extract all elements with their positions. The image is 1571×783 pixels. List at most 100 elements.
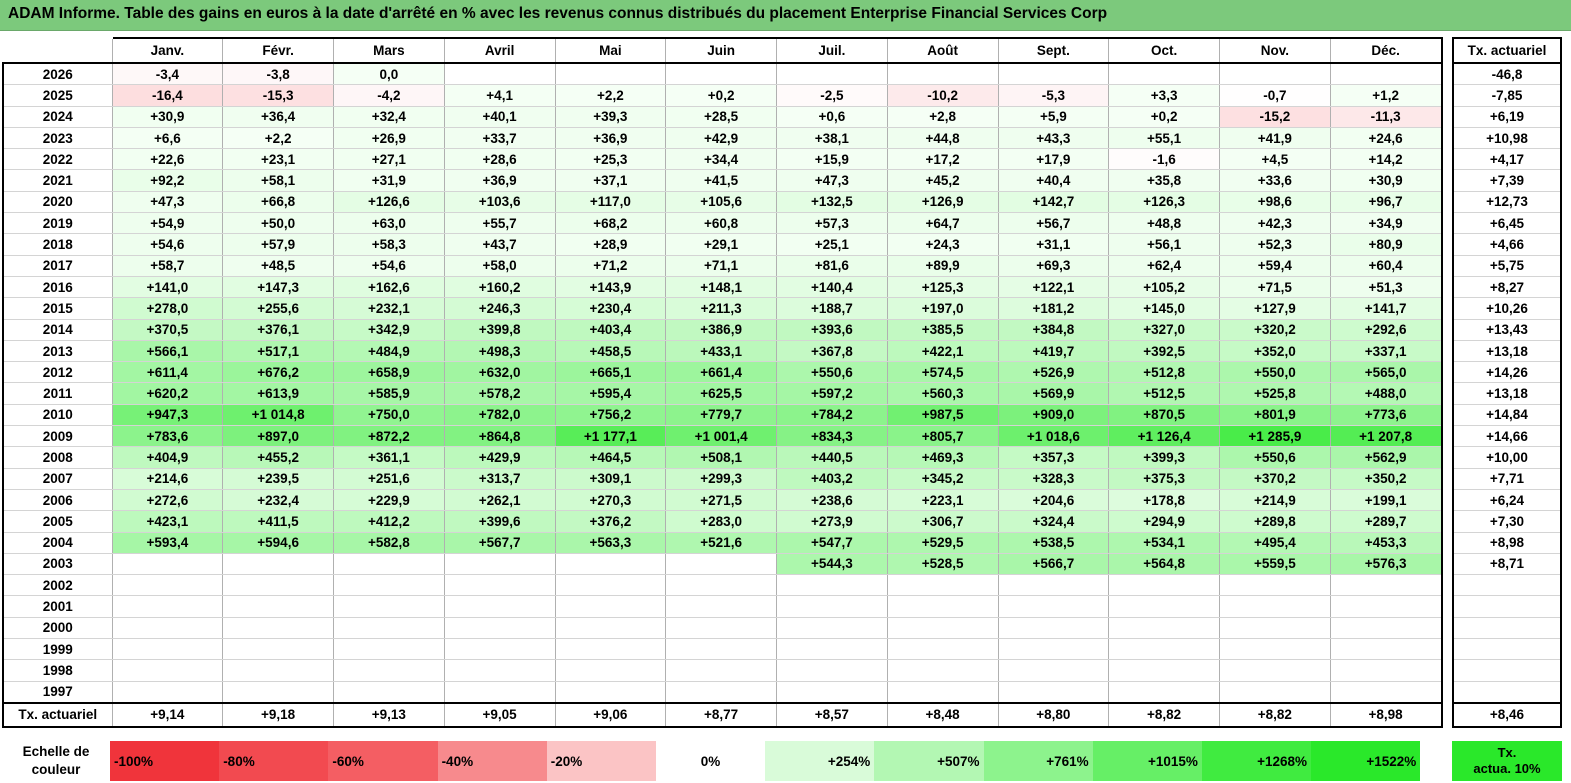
page-title: ADAM Informe. Table des gains en euros à… — [8, 5, 1108, 22]
gain-cell: +125,3 — [886, 276, 998, 299]
gain-cell: +392,5 — [1108, 340, 1220, 363]
gain-cell: +345,2 — [886, 468, 998, 490]
gain-cell: +246,3 — [443, 297, 555, 320]
tx-actuariel-value: +10,00 — [1453, 446, 1561, 469]
gain-cell: +376,1 — [222, 319, 334, 341]
tx-row: +7,71 — [1453, 468, 1561, 490]
gain-cell — [665, 617, 777, 640]
tx-row: +7,39 — [1453, 169, 1561, 192]
gain-cell: +23,1 — [222, 148, 334, 171]
table-row: 2014 +370,5 +376,1 +342,9 +399,8 +403,4 +386,9… — [3, 319, 1442, 341]
gain-cell: +39,3 — [554, 106, 666, 128]
tx-row: +4,17 — [1453, 148, 1561, 171]
gain-cell — [333, 553, 445, 576]
year-label: 2025 — [3, 84, 112, 107]
tx-actuariel-value: +12,73 — [1453, 191, 1561, 214]
gain-cell — [1329, 595, 1442, 618]
gain-cell — [554, 595, 666, 618]
tx-row — [1453, 681, 1561, 704]
gain-cell — [111, 574, 223, 597]
gain-cell: +528,5 — [886, 553, 998, 576]
year-label: 2021 — [3, 169, 112, 192]
tx-row: +12,73 — [1453, 191, 1561, 214]
gain-cell: +96,7 — [1329, 191, 1442, 214]
gain-cell — [1108, 638, 1220, 661]
tx-row: +6,45 — [1453, 212, 1561, 235]
gain-cell: +455,2 — [222, 446, 334, 469]
year-label: 2010 — [3, 404, 112, 427]
gain-cell: +805,7 — [886, 425, 998, 448]
gain-cell: +1 177,1 — [554, 425, 666, 448]
tx-row: +14,26 — [1453, 361, 1561, 384]
gain-cell: +143,9 — [554, 276, 666, 299]
gain-cell: +126,6 — [333, 191, 445, 214]
tx-actuariel-value: +4,17 — [1453, 148, 1561, 171]
gain-cell: +512,5 — [1108, 382, 1220, 405]
color-scale-label-line2: couleur — [31, 762, 81, 777]
tx-actuariel-value: +13,43 — [1453, 319, 1561, 341]
table-row: 2009 +783,6 +897,0 +872,2 +864,8 +1 177,1 +1 0… — [3, 425, 1442, 448]
gain-cell: +238,6 — [776, 489, 888, 512]
gain-cell: +4,1 — [443, 84, 555, 107]
gain-cell: +55,7 — [443, 212, 555, 235]
gain-cell: +28,6 — [443, 148, 555, 171]
gain-cell: +947,3 — [111, 404, 223, 427]
gain-cell: +393,6 — [776, 319, 888, 341]
gain-cell: +31,1 — [997, 233, 1109, 256]
gain-cell: +566,1 — [111, 340, 223, 363]
gain-cell — [665, 681, 777, 704]
color-scale-step: -20% — [546, 741, 656, 781]
gain-cell: +384,8 — [997, 319, 1109, 341]
gain-cell: +62,4 — [1108, 255, 1220, 277]
year-label: 2013 — [3, 340, 112, 363]
year-label: 2017 — [3, 255, 112, 277]
table-row: 2024 +30,9 +36,4 +32,4 +40,1 +39,3 +28,5 +0,6 +2… — [3, 106, 1442, 128]
gain-cell: -11,3 — [1329, 106, 1442, 128]
gain-cell: +132,5 — [776, 191, 888, 214]
tx-row: +8,71 — [1453, 553, 1561, 576]
gain-cell: +57,3 — [776, 212, 888, 235]
gain-cell: +458,5 — [554, 340, 666, 363]
gain-cell: +357,3 — [997, 446, 1109, 469]
footer-tx-value: +9,14 — [111, 701, 223, 727]
gain-cell: +71,2 — [554, 255, 666, 277]
gain-cell: +6,6 — [111, 127, 223, 150]
gain-cell: +43,7 — [443, 233, 555, 256]
gain-cell — [776, 681, 888, 704]
table-row: 2021 +92,2 +58,1 +31,9 +36,9 +37,1 +41,5 +47,3 +… — [3, 169, 1442, 192]
gain-cell — [886, 574, 998, 597]
tx-row: +10,98 — [1453, 127, 1561, 150]
gain-cell — [1108, 659, 1220, 682]
gain-cell: +309,1 — [554, 468, 666, 490]
gain-cell: +36,9 — [443, 169, 555, 192]
gain-cell: +31,9 — [333, 169, 445, 192]
gain-cell: +27,1 — [333, 148, 445, 171]
year-label: 2020 — [3, 191, 112, 214]
gain-cell — [111, 638, 223, 661]
gain-cell: +55,1 — [1108, 127, 1220, 150]
gain-cell — [443, 553, 555, 576]
gain-cell: +563,3 — [554, 532, 666, 554]
gain-cell — [111, 681, 223, 704]
tx-actuariel-value: +7,71 — [1453, 468, 1561, 490]
gain-cell: -15,2 — [1219, 106, 1331, 128]
gain-cell: +574,5 — [886, 361, 998, 384]
gain-cell — [1219, 681, 1331, 704]
tx-actuariel-value: +7,39 — [1453, 169, 1561, 192]
gain-cell: +126,9 — [886, 191, 998, 214]
table-row: 2023 +6,6 +2,2 +26,9 +33,7 +36,9 +42,9 +38,1 +44… — [3, 127, 1442, 150]
gain-cell — [443, 595, 555, 618]
gain-cell: +48,8 — [1108, 212, 1220, 235]
gain-cell: +148,1 — [665, 276, 777, 299]
gain-cell: +498,3 — [443, 340, 555, 363]
year-label: 2024 — [3, 106, 112, 128]
gain-cell: +594,6 — [222, 532, 334, 554]
gain-cell — [665, 595, 777, 618]
gain-cell: +512,8 — [1108, 361, 1220, 384]
gain-cell: +229,9 — [333, 489, 445, 512]
gain-cell: +1 018,6 — [997, 425, 1109, 448]
gain-cell: +422,1 — [886, 340, 998, 363]
gain-cell: +60,4 — [1329, 255, 1442, 277]
gain-cell: +550,6 — [1219, 446, 1331, 469]
tx-row: -46,8 — [1453, 63, 1561, 86]
